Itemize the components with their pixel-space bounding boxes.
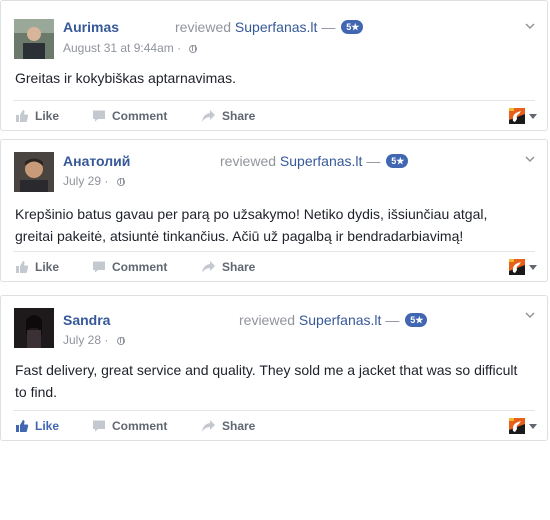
author-name[interactable]: Анатолий xyxy=(63,153,130,169)
headline-separator: — xyxy=(366,153,381,169)
review-card: Sandra reviewed Superfanas.lt — 5★ July … xyxy=(0,295,548,441)
superfanas-logo-icon[interactable] xyxy=(509,259,525,275)
comment-button[interactable]: Comment xyxy=(92,411,167,441)
comment-label: Comment xyxy=(112,419,168,433)
reviewed-verb: reviewed xyxy=(175,19,232,35)
review-headline: reviewed Superfanas.lt — 5★ xyxy=(239,312,428,328)
action-bar: Like Comment Share xyxy=(1,101,547,131)
globe-icon xyxy=(189,45,198,53)
like-label: Like xyxy=(35,419,60,433)
comment-button[interactable]: Comment xyxy=(92,252,167,282)
action-bar: Like Comment Share xyxy=(1,252,547,282)
like-label: Like xyxy=(35,109,60,123)
rating-badge: 5★ xyxy=(386,154,409,168)
comment-icon xyxy=(93,110,105,122)
superfanas-logo-icon[interactable] xyxy=(509,108,525,124)
thumbs-up-icon xyxy=(16,420,29,432)
comment-label: Comment xyxy=(112,260,168,274)
reviews-feed: Aurimas reviewed Superfanas.lt — 5★ Augu… xyxy=(0,0,550,520)
page-selector-caret-icon[interactable] xyxy=(529,265,537,270)
page-link[interactable]: Superfanas.lt xyxy=(235,19,318,35)
chevron-down-icon[interactable] xyxy=(523,152,537,166)
post-date[interactable]: July 29 xyxy=(63,174,101,188)
share-arrow-icon xyxy=(202,420,215,432)
post-date[interactable]: August 31 at 9:44am xyxy=(63,41,174,55)
avatar[interactable] xyxy=(14,19,54,59)
page-link[interactable]: Superfanas.lt xyxy=(299,312,382,328)
rating-badge: 5★ xyxy=(341,20,364,34)
like-label: Like xyxy=(35,260,60,274)
share-label: Share xyxy=(222,260,256,274)
share-arrow-icon xyxy=(202,110,215,122)
comment-icon xyxy=(93,261,105,273)
post-meta: July 28 · xyxy=(63,333,125,347)
share-button[interactable]: Share xyxy=(201,101,255,131)
reviewed-verb: reviewed xyxy=(239,312,296,328)
avatar[interactable] xyxy=(14,152,54,192)
post-meta: July 29 · xyxy=(63,174,125,188)
reviewed-verb: reviewed xyxy=(220,153,277,169)
date-separator: · xyxy=(104,333,109,347)
review-card: Aurimas reviewed Superfanas.lt — 5★ Augu… xyxy=(0,0,548,131)
share-button[interactable]: Share xyxy=(201,252,255,282)
comment-icon xyxy=(93,420,105,432)
globe-icon xyxy=(116,178,125,186)
chevron-down-icon[interactable] xyxy=(523,308,537,322)
review-card: Анатолий reviewed Superfanas.lt — 5★ Jul… xyxy=(0,139,548,282)
review-text: Fast delivery, great service and quality… xyxy=(15,362,518,400)
comment-button[interactable]: Comment xyxy=(92,101,167,131)
rating-badge: 5★ xyxy=(405,313,428,327)
page-selector-caret-icon[interactable] xyxy=(529,424,537,429)
date-separator: · xyxy=(104,174,109,188)
share-arrow-icon xyxy=(202,261,215,273)
avatar[interactable] xyxy=(14,308,54,348)
headline-separator: — xyxy=(385,312,400,328)
like-button[interactable]: Like xyxy=(15,101,59,131)
like-button[interactable]: Like xyxy=(15,252,59,282)
post-date[interactable]: July 28 xyxy=(63,333,101,347)
review-text: Krepšinio batus gavau per parą po užsaky… xyxy=(15,206,488,244)
thumbs-up-icon xyxy=(16,110,29,122)
action-bar: Like Comment Share xyxy=(1,411,547,441)
share-label: Share xyxy=(222,109,256,123)
review-headline: reviewed Superfanas.lt — 5★ xyxy=(175,19,364,35)
page-selector-caret-icon[interactable] xyxy=(529,114,537,119)
review-text: Greitas ir kokybiškas aptarnavimas. xyxy=(15,70,236,86)
post-meta: August 31 at 9:44am · xyxy=(63,41,198,55)
page-link[interactable]: Superfanas.lt xyxy=(280,153,363,169)
comment-label: Comment xyxy=(112,109,168,123)
chevron-down-icon[interactable] xyxy=(523,19,537,33)
globe-icon xyxy=(116,337,125,345)
date-separator: · xyxy=(177,41,182,55)
like-button[interactable]: Like xyxy=(15,411,59,441)
thumbs-up-icon xyxy=(16,261,29,273)
superfanas-logo-icon[interactable] xyxy=(509,418,525,434)
share-label: Share xyxy=(222,419,256,433)
review-headline: reviewed Superfanas.lt — 5★ xyxy=(220,153,409,169)
author-name[interactable]: Aurimas xyxy=(63,19,119,35)
share-button[interactable]: Share xyxy=(201,411,255,441)
author-name[interactable]: Sandra xyxy=(63,312,110,328)
headline-separator: — xyxy=(321,19,336,35)
